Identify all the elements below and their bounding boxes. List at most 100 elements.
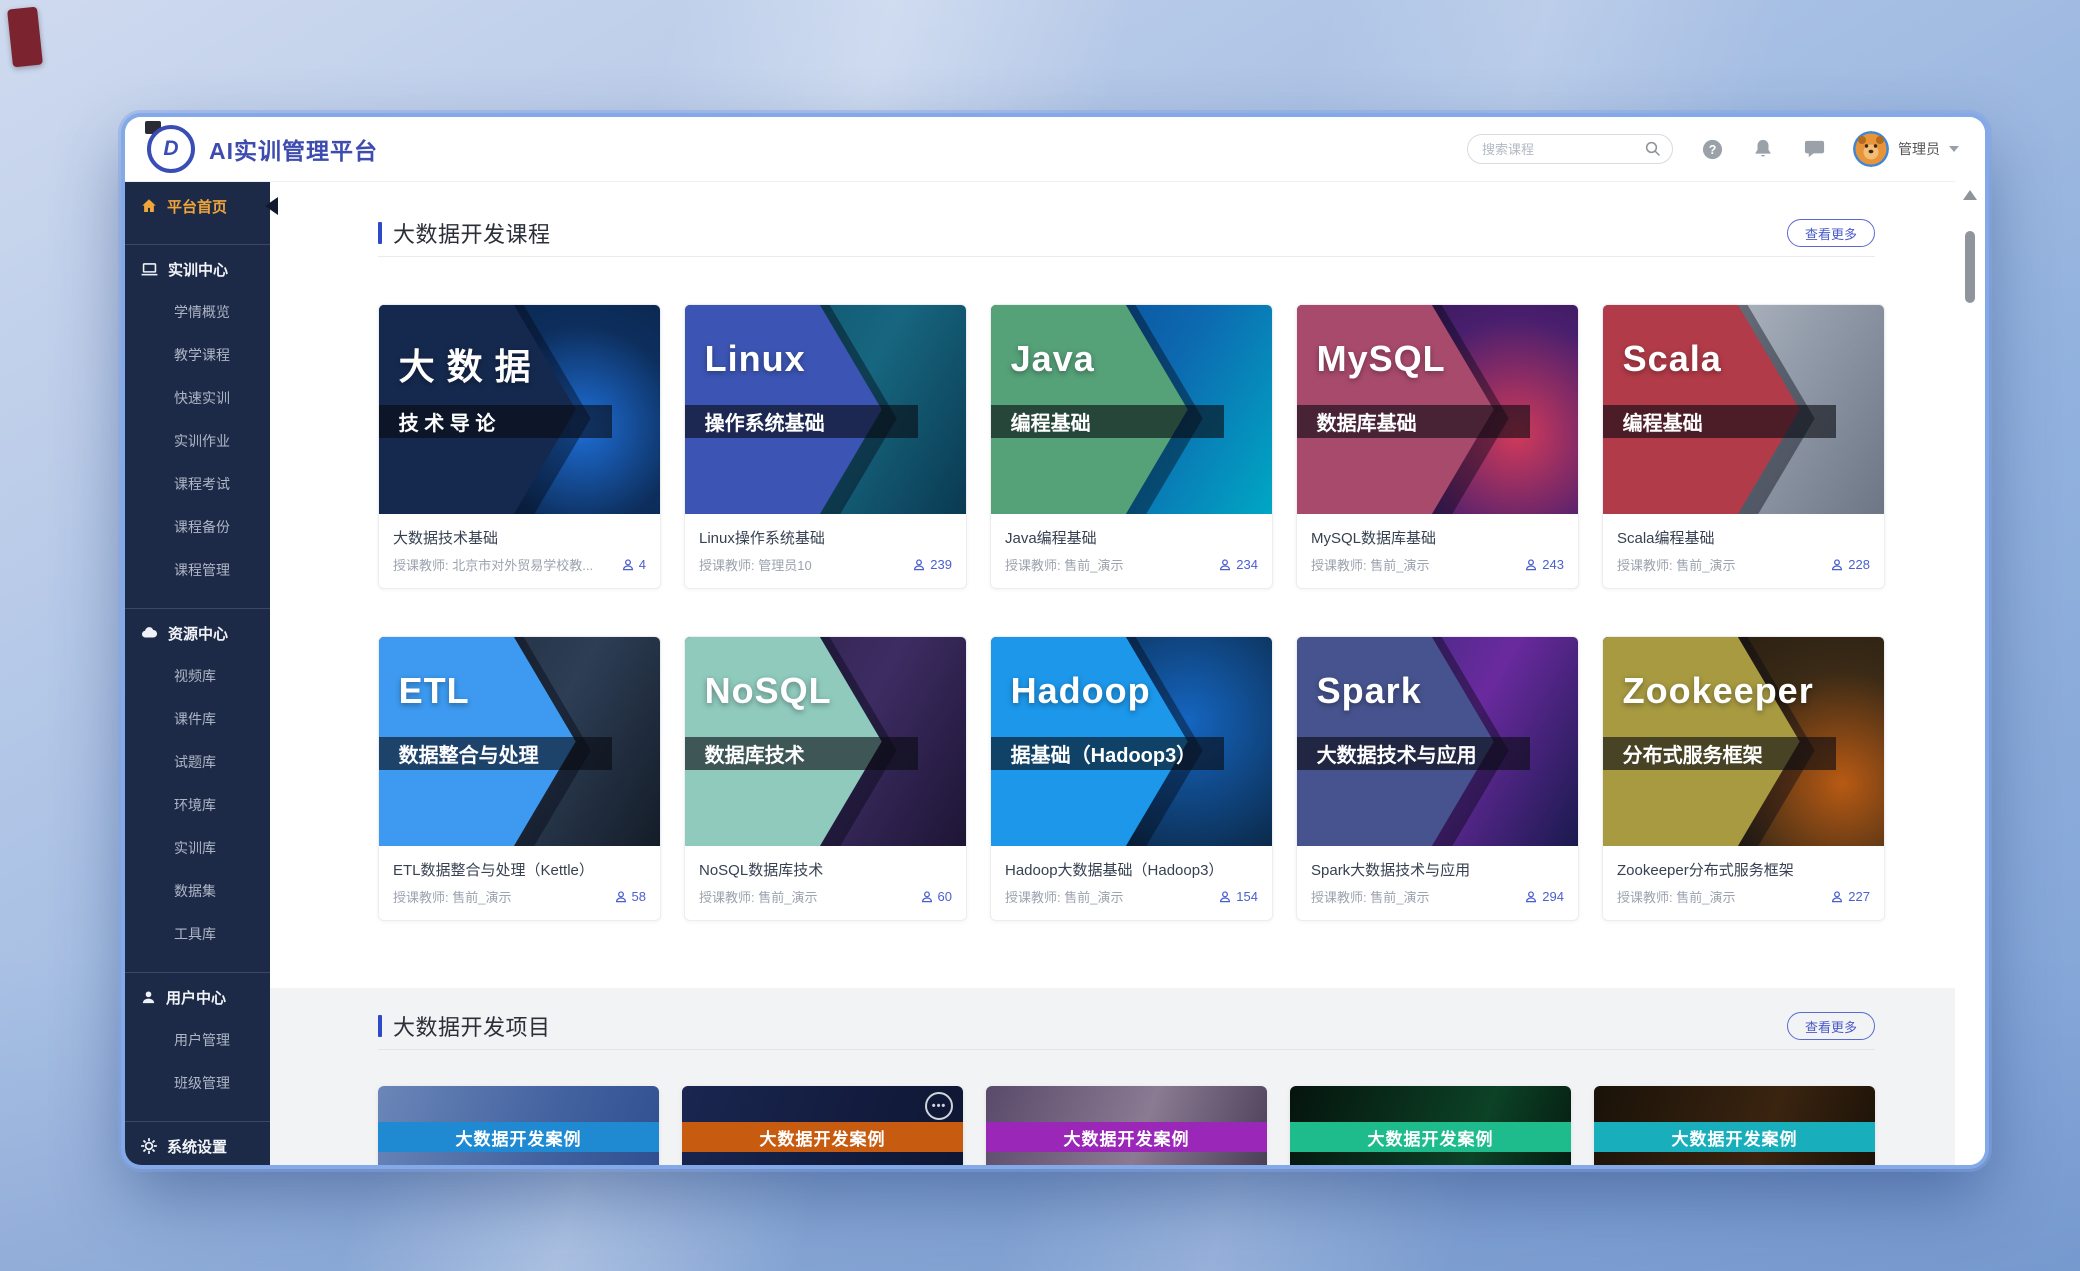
- course-cover-linux: 操作系统基础Linux: [685, 305, 966, 514]
- sidebar-subitem-class-management[interactable]: 班级管理: [125, 1062, 270, 1105]
- sidebar-subitem-teaching-courses[interactable]: 教学课程: [125, 334, 270, 377]
- sidebar-subitem-course-backup[interactable]: 课程备份: [125, 506, 270, 549]
- course-card-java[interactable]: 编程基础JavaJava编程基础授课教师: 售前_演示234: [990, 304, 1273, 589]
- course-card-etl[interactable]: 数据整合与处理ETLETL数据整合与处理（Kettle）授课教师: 售前_演示5…: [378, 636, 661, 921]
- project-card-case-1[interactable]: 大数据开发案例: [378, 1086, 659, 1165]
- course-meta: 授课教师: 售前_演示60: [685, 887, 966, 920]
- course-card-hadoop[interactable]: 据基础（Hadoop3）HadoopHadoop大数据基础（Hadoop3）授课…: [990, 636, 1273, 921]
- person-outline-icon: [1524, 890, 1538, 904]
- search-icon[interactable]: [1644, 140, 1662, 163]
- cloud-icon: [140, 624, 159, 643]
- course-card-spark[interactable]: 大数据技术与应用SparkSpark大数据技术与应用授课教师: 售前_演示294: [1296, 636, 1579, 921]
- sidebar-subitem-environment-library[interactable]: 环境库: [125, 784, 270, 827]
- person-outline-icon: [1524, 558, 1538, 572]
- student-count: 243: [1524, 557, 1564, 572]
- course-title: Scala编程基础: [1603, 514, 1884, 555]
- project-card-case-5[interactable]: 大数据开发案例: [1594, 1086, 1875, 1165]
- student-count: 228: [1830, 557, 1870, 572]
- project-card-row: 大数据开发案例•••大数据开发案例大数据开发案例大数据开发案例大数据开发案例: [378, 1086, 1875, 1165]
- course-teacher: 授课教师: 售前_演示: [699, 887, 817, 906]
- student-count-number: 239: [930, 557, 952, 572]
- sidebar-item-label: 用户中心: [166, 987, 226, 1008]
- search-input[interactable]: [1467, 134, 1673, 164]
- sidebar-subitem-quick-training[interactable]: 快速实训: [125, 377, 270, 420]
- courses-more-button[interactable]: 查看更多: [1787, 219, 1875, 247]
- student-count: 58: [614, 889, 646, 904]
- course-card-nosql[interactable]: 数据库技术NoSQLNoSQL数据库技术授课教师: 售前_演示60: [684, 636, 967, 921]
- course-card-row-1: 技 术 导 论大 数 据大数据技术基础授课教师: 北京市对外贸易学校教...4操…: [378, 304, 1875, 589]
- scrollbar[interactable]: [1955, 181, 1985, 1165]
- sidebar-item-system-settings[interactable]: 系统设置: [125, 1124, 270, 1165]
- sidebar-subitem-question-library[interactable]: 试题库: [125, 741, 270, 784]
- person-outline-icon: [621, 558, 635, 572]
- help-icon[interactable]: ?: [1700, 137, 1724, 161]
- student-count: 234: [1218, 557, 1258, 572]
- avatar[interactable]: [1853, 131, 1889, 167]
- sidebar-item-resource-center[interactable]: 资源中心: [125, 611, 270, 655]
- course-cover-mysql: 数据库基础MySQL: [1297, 305, 1578, 514]
- sidebar-subitem-course-exams[interactable]: 课程考试: [125, 463, 270, 506]
- cover-title: 大 数 据: [399, 338, 532, 390]
- course-meta: 授课教师: 售前_演示234: [991, 555, 1272, 588]
- student-count: 294: [1524, 889, 1564, 904]
- course-card-scala[interactable]: 编程基础ScalaScala编程基础授课教师: 售前_演示228: [1602, 304, 1885, 589]
- course-card-bigdata[interactable]: 技 术 导 论大 数 据大数据技术基础授课教师: 北京市对外贸易学校教...4: [378, 304, 661, 589]
- project-card-case-2[interactable]: •••大数据开发案例: [682, 1086, 963, 1165]
- cover-subtitle: 操作系统基础: [685, 405, 918, 438]
- sidebar-item-home[interactable]: 平台首页: [125, 184, 270, 228]
- gear-icon: [140, 1137, 158, 1155]
- project-band-label: 大数据开发案例: [378, 1122, 659, 1152]
- project-card-case-3[interactable]: 大数据开发案例: [986, 1086, 1267, 1165]
- project-band-label: 大数据开发案例: [682, 1122, 963, 1152]
- sidebar-subitem-video-library[interactable]: 视频库: [125, 655, 270, 698]
- course-cover-java: 编程基础Java: [991, 305, 1272, 514]
- scrollbar-thumb[interactable]: [1965, 231, 1975, 303]
- course-card-mysql[interactable]: 数据库基础MySQLMySQL数据库基础授课教师: 售前_演示243: [1296, 304, 1579, 589]
- course-cover-scala: 编程基础Scala: [1603, 305, 1884, 514]
- sidebar-subitem-training-library[interactable]: 实训库: [125, 827, 270, 870]
- course-meta: 授课教师: 售前_演示228: [1603, 555, 1884, 588]
- cover-title: Java: [1011, 338, 1095, 380]
- sidebar-subitem-datasets[interactable]: 数据集: [125, 870, 270, 913]
- course-card-zookeeper[interactable]: 分布式服务框架ZookeeperZookeeper分布式服务框架授课教师: 售前…: [1602, 636, 1885, 921]
- sidebar-subitem-courseware-library[interactable]: 课件库: [125, 698, 270, 741]
- student-count-number: 243: [1542, 557, 1564, 572]
- student-count-number: 58: [632, 889, 646, 904]
- user-icon: [140, 989, 157, 1006]
- course-card-linux[interactable]: 操作系统基础LinuxLinux操作系统基础授课教师: 管理员10239: [684, 304, 967, 589]
- cover-subtitle: 大数据技术与应用: [1297, 737, 1530, 770]
- project-card-case-4[interactable]: 大数据开发案例: [1290, 1086, 1571, 1165]
- sidebar-subitem-training-homework[interactable]: 实训作业: [125, 420, 270, 463]
- sidebar-subitem-course-management[interactable]: 课程管理: [125, 549, 270, 592]
- search-box: [1467, 134, 1673, 164]
- scroll-up-arrow-icon[interactable]: [1963, 190, 1977, 200]
- course-meta: 授课教师: 售前_演示243: [1297, 555, 1578, 588]
- sidebar-subitem-user-management[interactable]: 用户管理: [125, 1019, 270, 1062]
- projects-more-button[interactable]: 查看更多: [1787, 1012, 1875, 1040]
- project-cover-case-2: •••大数据开发案例: [682, 1086, 963, 1165]
- person-outline-icon: [1830, 890, 1844, 904]
- course-title: Zookeeper分布式服务框架: [1603, 846, 1884, 887]
- sidebar-item-user-center[interactable]: 用户中心: [125, 975, 270, 1019]
- sidebar-divider: [125, 972, 270, 973]
- sidebar-subitem-study-overview[interactable]: 学情概览: [125, 291, 270, 334]
- sidebar-subitem-tool-library[interactable]: 工具库: [125, 913, 270, 956]
- course-title: Linux操作系统基础: [685, 514, 966, 555]
- sidebar-divider: [125, 608, 270, 609]
- cover-subtitle: 数据整合与处理: [379, 737, 612, 770]
- courses-section-title: 大数据开发课程: [393, 217, 551, 249]
- sidebar-item-training-center[interactable]: 实训中心: [125, 247, 270, 291]
- header-actions: ? 管理员: [1467, 131, 1959, 167]
- student-count-number: 234: [1236, 557, 1258, 572]
- bell-icon[interactable]: [1751, 137, 1775, 161]
- laptop-icon: [140, 260, 159, 279]
- user-menu[interactable]: 管理员: [1853, 131, 1959, 167]
- cover-subtitle: 技 术 导 论: [379, 405, 612, 438]
- chat-icon[interactable]: [1802, 137, 1826, 161]
- cover-title: Zookeeper: [1623, 670, 1814, 712]
- sidebar-item-label: 实训中心: [168, 259, 228, 280]
- logo-letter: D: [163, 137, 178, 161]
- course-teacher: 授课教师: 售前_演示: [1617, 887, 1735, 906]
- student-count-number: 4: [639, 557, 646, 572]
- course-teacher: 授课教师: 售前_演示: [1311, 887, 1429, 906]
